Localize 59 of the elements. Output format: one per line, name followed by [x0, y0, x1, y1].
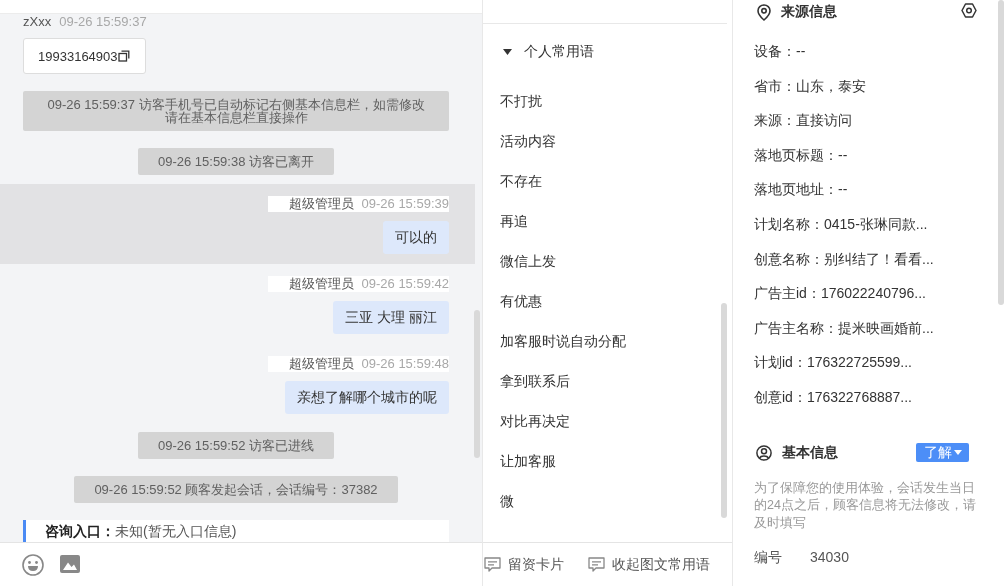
toolbar-action-button[interactable]: 留资卡片: [484, 555, 564, 574]
message-time: 09-26 15:59:42: [361, 276, 449, 292]
system-notice: 09-26 15:59:37 访客手机号已自动标记右侧基本信息栏，如需修改请在基本信息栏直接操作: [23, 91, 449, 131]
info-line: 广告主名称：提米映画婚前...: [754, 318, 935, 338]
info-line: 创意id：176322768887...: [754, 387, 913, 407]
phrase-item[interactable]: 不打扰: [483, 81, 700, 121]
message-bubble: 可以的: [383, 221, 449, 254]
phrase-item[interactable]: 再追: [483, 201, 700, 241]
info-line: 计划名称：0415-张琳同款...: [754, 214, 929, 234]
scrollbar-thumb[interactable]: [474, 310, 480, 458]
section-title: 来源信息: [781, 3, 837, 21]
scrollbar-thumb[interactable]: [998, 0, 1004, 305]
caret-icon: [953, 450, 962, 456]
phrase-item[interactable]: 加客服时说自动分配: [483, 321, 700, 361]
sender-name: zXxx: [23, 15, 52, 29]
message-icon: [588, 557, 605, 572]
phrase-item[interactable]: 有优惠: [483, 281, 700, 321]
system-notice: 09-26 15:59:38 访客已离开: [137, 148, 335, 175]
field-value: 34030: [810, 548, 849, 567]
message-icon: [484, 557, 501, 572]
phrase-item[interactable]: 微: [483, 481, 700, 521]
message-bubble: 亲想了解哪个城市的呢: [285, 381, 449, 414]
smiley-icon[interactable]: [22, 553, 44, 576]
info-line: 省市：山东，泰安: [754, 76, 867, 96]
info-line: 来源：直接访问: [754, 111, 853, 131]
phrase-group-toggle[interactable]: 个人常用语: [483, 32, 604, 72]
sender-name: 超级管理员: [288, 196, 354, 212]
info-line: 落地页标题：--: [754, 145, 849, 165]
scrollbar-thumb[interactable]: [721, 303, 727, 518]
section-title: 基本信息: [782, 443, 838, 462]
info-line: 创意名称：别纠结了！看看...: [754, 249, 935, 269]
message-time: 09-26 15:59:37: [59, 15, 147, 29]
message-time: 09-26 15:59:39: [361, 196, 449, 212]
system-notice: 09-26 15:59:52 访客已进线: [137, 432, 335, 459]
sender-name: 超级管理员: [288, 356, 354, 372]
phone-number-text: 19933164903: [38, 48, 118, 64]
message-time: 09-26 15:59:48: [361, 356, 449, 372]
phrase-item[interactable]: 拿到联系后: [483, 361, 700, 401]
phrase-item[interactable]: 活动内容: [483, 121, 700, 161]
phrase-item[interactable]: 对比再决定: [483, 401, 700, 441]
settings-icon[interactable]: [961, 2, 977, 18]
sender-name: 超级管理员: [288, 276, 354, 292]
phrase-item[interactable]: 微信上发: [483, 241, 700, 281]
hint-text: 为了保障您的使用体验，会话发生当日的24点之后，顾客信息将无法修改，请及时填写: [754, 479, 977, 532]
location-pin-icon: [757, 3, 771, 21]
phrase-item[interactable]: 让加客服: [483, 441, 700, 481]
image-icon[interactable]: [60, 554, 80, 573]
system-notice: 09-26 15:59:52 顾客发起会话，会话编号：37382: [74, 476, 398, 503]
field-label: 编号: [754, 548, 783, 567]
copy-icon[interactable]: [117, 50, 130, 62]
info-line: 广告主id：176022240796...: [754, 284, 927, 304]
info-line: 设备：--: [754, 42, 807, 61]
entry-info-text: 咨询入口：未知(暂无入口信息): [45, 523, 237, 539]
phrase-item[interactable]: 不存在: [483, 161, 700, 201]
toolbar-action-button[interactable]: 收起图文常用语: [588, 555, 710, 574]
user-icon: [756, 444, 772, 461]
info-line: 落地页地址：--: [754, 180, 849, 200]
message-bubble: 三亚 大理 丽江: [333, 301, 449, 334]
info-line: 计划id：176322725599...: [754, 353, 913, 373]
